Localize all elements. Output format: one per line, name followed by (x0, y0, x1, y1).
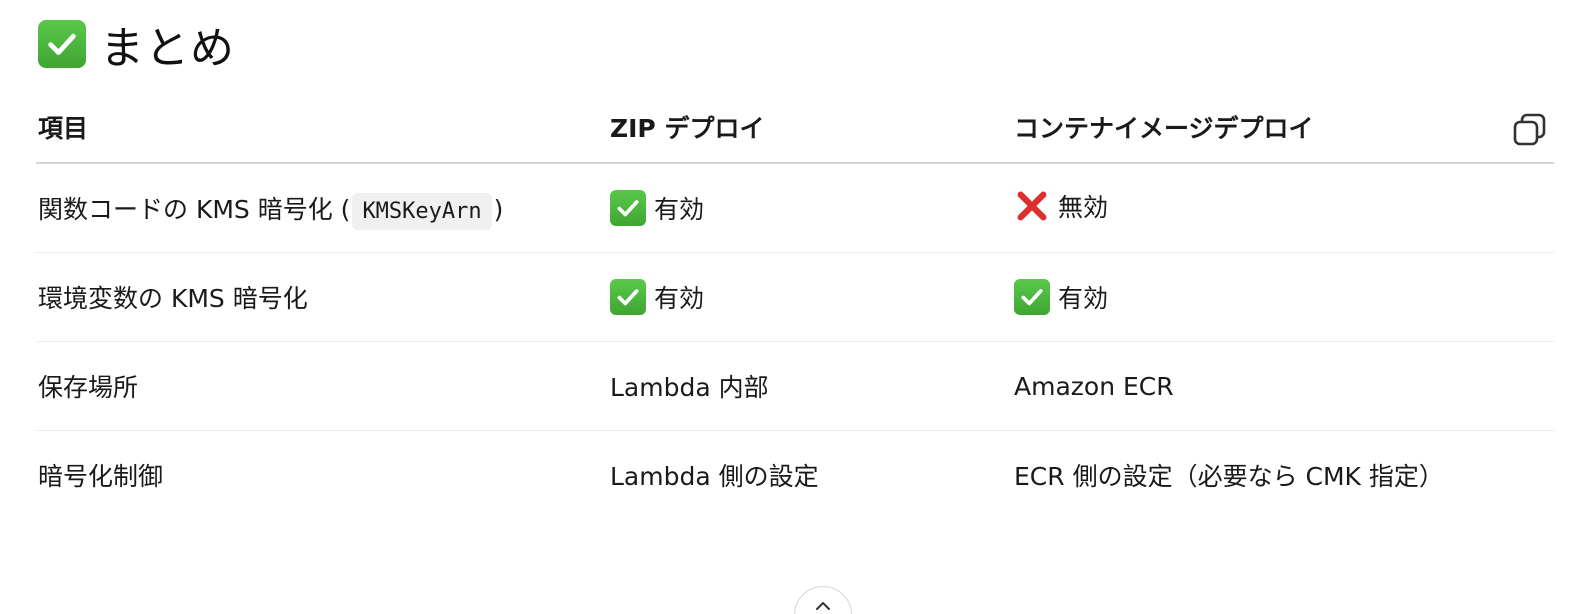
status-text: 無効 (1058, 192, 1109, 222)
cell-container: Amazon ECR (1012, 341, 1554, 431)
cell-zip: 有効 (608, 163, 1012, 253)
cell-item: 関数コードの KMS 暗号化 (KMSKeyArn) (36, 163, 608, 253)
cross-icon (1014, 188, 1050, 224)
summary-table: 項目 ZIP デプロイ コンテナイメージデプロイ 関数コードの KMS 暗号化 … (36, 92, 1554, 519)
table-row: 関数コードの KMS 暗号化 (KMSKeyArn) 有効 無効 (36, 163, 1554, 253)
summary-table-container: 項目 ZIP デプロイ コンテナイメージデプロイ 関数コードの KMS 暗号化 … (36, 92, 1554, 519)
cell-item: 環境変数の KMS 暗号化 (36, 252, 608, 342)
column-header-container-label: コンテナイメージデプロイ (1014, 114, 1314, 143)
cell-container: 無効 (1012, 163, 1554, 253)
cell-zip: Lambda 側の設定 (610, 462, 819, 491)
inline-code: KMSKeyArn (352, 193, 492, 230)
cell-zip: Lambda 内部 (608, 341, 1012, 431)
check-mark-button-icon (38, 20, 86, 68)
cell-item: 保存場所 (36, 341, 608, 431)
cell-zip: 有効 (608, 252, 1012, 342)
table-header-row: 項目 ZIP デプロイ コンテナイメージデプロイ (36, 92, 1554, 164)
column-header-container: コンテナイメージデプロイ (1012, 92, 1554, 164)
scroll-to-top-button[interactable] (794, 586, 852, 614)
copy-icon[interactable] (1512, 112, 1548, 148)
arrow-up-icon (813, 597, 833, 614)
check-icon (610, 278, 646, 315)
status-text: 有効 (654, 194, 705, 224)
cell-container: ECR 側の設定（必要なら CMK 指定） (1014, 462, 1444, 491)
column-header-zip: ZIP デプロイ (608, 92, 1012, 164)
column-header-item: 項目 (36, 92, 608, 164)
status-text: 有効 (654, 283, 705, 313)
table-row: 環境変数の KMS 暗号化 有効 有効 (36, 252, 1554, 342)
cell-item-text: 関数コードの KMS 暗号化 ( (38, 195, 351, 224)
cell-item-text-suffix: ) (493, 195, 504, 224)
cell-container: 有効 (1012, 252, 1554, 342)
check-icon (1014, 278, 1050, 315)
section-title: まとめ (100, 23, 235, 74)
section-heading: まとめ (38, 16, 235, 74)
table-row: 保存場所 Lambda 内部 Amazon ECR (36, 341, 1554, 431)
check-icon (610, 189, 646, 226)
status-text: 有効 (1058, 283, 1109, 313)
cell-item: 暗号化制御 (38, 462, 164, 491)
table-row: 暗号化制御 Lambda 側の設定 ECR 側の設定（必要なら CMK 指定） (36, 431, 1554, 520)
